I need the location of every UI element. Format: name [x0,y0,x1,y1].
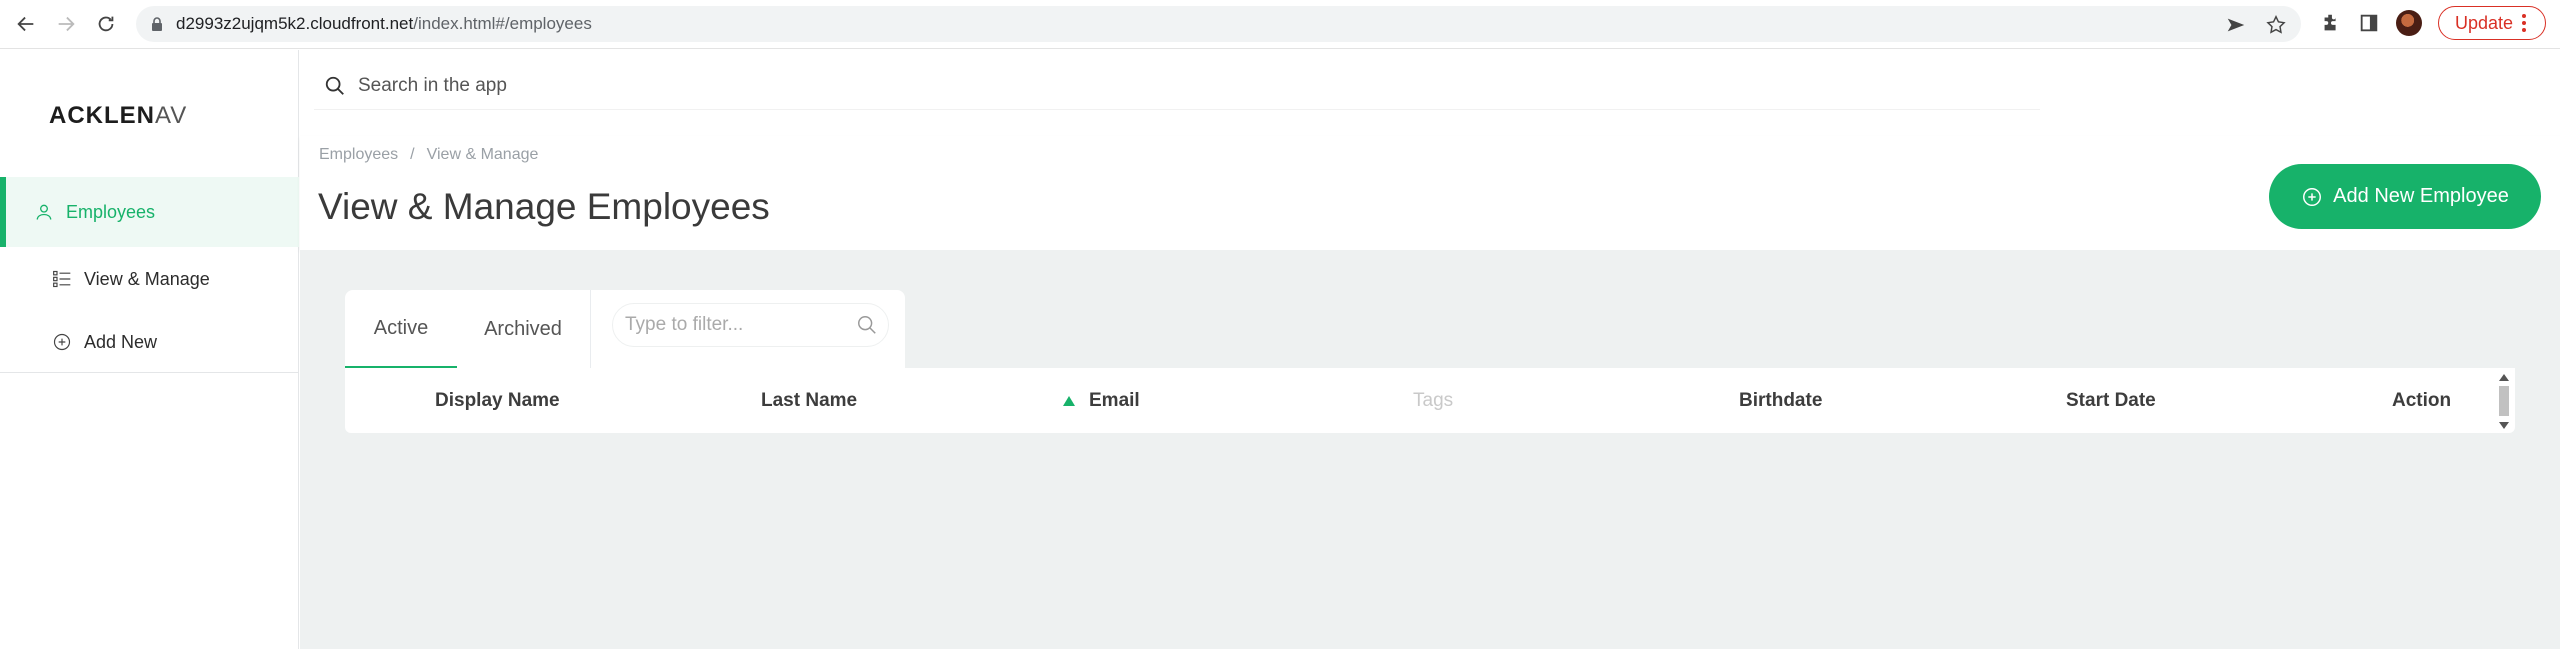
scroll-down-arrow[interactable] [2499,422,2509,429]
breadcrumb: Employees / View & Manage [319,146,538,164]
send-icon[interactable] [2225,14,2247,36]
search-input[interactable]: Search in the app [358,75,507,97]
update-label: Update [2454,12,2513,33]
column-label: Action [2392,389,2452,411]
arrow-right-icon [58,16,75,32]
sort-ascending-icon [1063,395,1075,406]
user-icon [36,204,52,220]
breadcrumb-item-employees[interactable]: Employees [319,146,398,163]
scroll-thumb[interactable] [2499,386,2509,416]
extensions-icon[interactable] [2320,12,2342,34]
address-bar[interactable]: d2993z2ujqm5k2.cloudfront.net/index.html… [136,6,2301,42]
column-header-tags: Tags [1413,368,1453,433]
column-header-start-date[interactable]: Start Date [2066,368,2156,433]
add-new-employee-button[interactable]: Add New Employee [2269,164,2541,229]
list-icon [53,270,71,288]
sidebar: ACKLENAV Employees View & Manage Add New [0,50,299,649]
tabs-divider [590,290,591,368]
page-header: Employees / View & Manage View & Manage Em… [300,136,2560,250]
search-icon [858,316,876,334]
sidebar-item-view-manage[interactable]: View & Manage [0,244,299,314]
column-label: Email [1089,389,1140,411]
breadcrumb-item-view-manage: View & Manage [426,146,539,163]
update-button[interactable]: Update [2437,6,2546,40]
sidebar-item-label: Add New [84,331,158,352]
arrow-left-icon [17,16,34,32]
column-header-birthdate[interactable]: Birthdate [1739,368,1822,433]
sidebar-divider [0,372,299,373]
logo-text: ACKLEN [49,102,155,129]
profile-avatar[interactable] [2395,10,2422,36]
url-host: d2993z2ujqm5k2.cloudfront.net [176,14,414,33]
search-icon [325,76,344,95]
star-icon[interactable] [2265,14,2287,36]
side-panel-icon[interactable] [2358,12,2380,34]
column-label: Start Date [2066,389,2156,411]
reload-button[interactable] [86,4,126,44]
app-search-bar: Search in the app [300,50,2560,136]
tab-label: Active [373,316,429,339]
column-header-action: Action [2392,368,2451,433]
plus-circle-icon [2303,187,2322,206]
more-vert-icon [2522,14,2526,32]
column-header-last-name[interactable]: Last Name [761,368,857,433]
tab-archived[interactable]: Archived [463,290,583,368]
column-label: Tags [1413,389,1454,411]
column-label: Display Name [435,389,560,411]
column-label: Birthdate [1739,389,1823,411]
add-new-employee-label: Add New Employee [2333,185,2509,207]
tab-active[interactable]: Active [345,290,457,368]
table-scrollbar[interactable] [2497,374,2511,429]
column-header-email[interactable]: Email [1063,368,1140,433]
url-path: /index.html#/employees [413,14,592,33]
column-header-display-name[interactable]: Display Name [435,368,560,433]
lock-icon [152,17,162,31]
reload-icon [98,16,114,32]
browser-toolbar: d2993z2ujqm5k2.cloudfront.net/index.html… [0,0,2560,49]
logo[interactable]: ACKLENAV [49,102,187,130]
forward-button[interactable] [46,4,86,44]
sidebar-item-employees[interactable]: Employees [0,177,299,247]
column-label: Last Name [761,389,858,411]
sidebar-item-label: View & Manage [84,268,210,289]
filter-input[interactable]: Type to filter... [612,303,889,347]
tabs-card: Active Archived Type to filter... [345,290,905,368]
page-title: View & Manage Employees [318,186,770,227]
sidebar-item-label: Employees [66,201,156,222]
tab-label: Archived [484,317,562,340]
back-button[interactable] [6,4,46,44]
scroll-up-arrow[interactable] [2499,374,2509,381]
logo-text-light: AV [155,102,188,129]
plus-circle-icon [53,333,71,351]
filter-placeholder: Type to filter... [625,314,744,335]
app-search-box[interactable]: Search in the app [314,62,2040,110]
sidebar-item-add-new[interactable]: Add New [0,307,299,377]
main-content: Active Archived Type to filter... Displa… [300,250,2560,649]
breadcrumb-separator: / [410,146,415,163]
employees-table: Display Name Last Name Email Tags Birthd… [345,368,2515,433]
